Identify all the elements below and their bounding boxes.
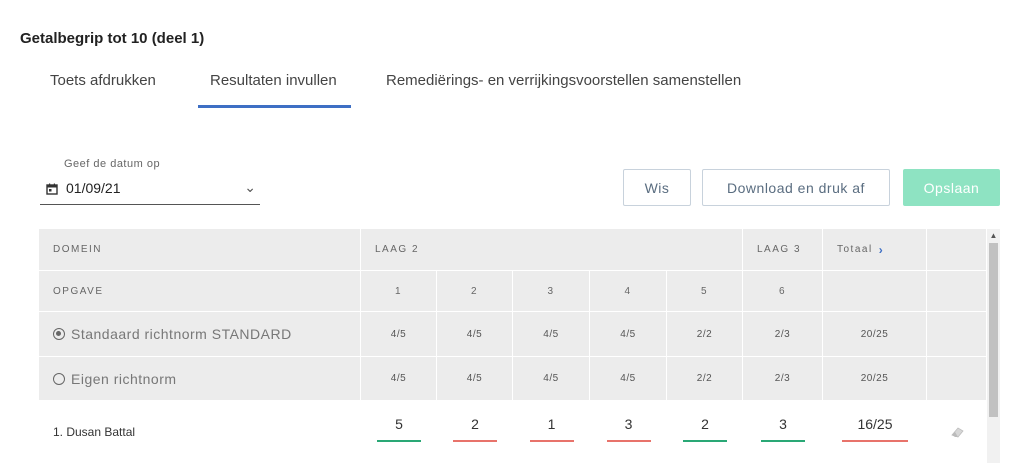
task-number: 6 <box>743 271 823 311</box>
scroll-thumb[interactable] <box>989 243 998 417</box>
norm-row-standard: Standaard richtnorm STANDARD 4/5 4/5 4/5… <box>39 312 987 357</box>
domain-row: DOMEIN LAAG 2 LAAG 3 Totaal › <box>39 229 987 271</box>
tab-print-test[interactable]: Toets afdrukken <box>50 72 156 89</box>
score-status-bar <box>842 440 908 442</box>
task-number: 4 <box>590 271 667 311</box>
score-input[interactable]: 3 <box>590 401 667 463</box>
norm-row-custom: Eigen richtnorm 4/5 4/5 4/5 4/5 2/2 2/3 … <box>39 357 987 401</box>
score-input[interactable]: 5 <box>361 401 437 463</box>
norm-value: 4/5 <box>361 312 437 356</box>
chevron-down-icon: ⌄ <box>244 179 256 195</box>
save-button[interactable]: Opslaan <box>903 169 1000 206</box>
score-value: 3 <box>624 416 633 432</box>
norm-value: 4/5 <box>590 312 667 356</box>
score-status-bar <box>606 440 651 442</box>
empty-cell <box>823 271 927 311</box>
score-value: 1 <box>547 416 556 432</box>
score-status-bar <box>453 440 497 442</box>
norm-label: Standaard richtnorm STANDARD <box>71 326 292 342</box>
norm-value: 4/5 <box>361 357 437 400</box>
results-table: DOMEIN LAAG 2 LAAG 3 Totaal › OPGAVE 1 2 … <box>39 229 987 463</box>
norm-label: Eigen richtnorm <box>71 370 177 387</box>
date-picker[interactable]: 01/09/21 ⌄ <box>40 175 260 205</box>
task-number: 3 <box>513 271 590 311</box>
eraser-cell <box>927 401 987 463</box>
empty-cell <box>927 229 987 270</box>
norm-value: 2/3 <box>743 357 823 400</box>
norm-value: 2/3 <box>743 312 823 356</box>
score-status-bar <box>377 440 421 442</box>
radio-unselected-icon[interactable] <box>53 372 65 385</box>
task-number: 2 <box>437 271 513 311</box>
norm-value: 2/2 <box>667 357 743 400</box>
score-value: 3 <box>779 416 787 432</box>
empty-cell <box>927 312 987 356</box>
student-row: 1. Dusan Battal 5 2 1 3 2 3 16/25 <box>39 401 987 463</box>
download-button[interactable]: Download en druk af <box>702 169 890 206</box>
eraser-icon[interactable] <box>949 426 965 438</box>
date-value: 01/09/21 <box>66 180 121 196</box>
score-input[interactable]: 1 <box>513 401 590 463</box>
task-number: 1 <box>361 271 437 311</box>
score-input[interactable]: 3 <box>743 401 823 463</box>
norm-value: 4/5 <box>590 357 667 400</box>
norm-option-standard[interactable]: Standaard richtnorm STANDARD <box>39 312 361 356</box>
chevron-right-icon: › <box>878 242 885 257</box>
task-row: OPGAVE 1 2 3 4 5 6 <box>39 271 987 312</box>
radio-selected-icon[interactable] <box>53 328 65 340</box>
active-tab-indicator <box>198 105 351 108</box>
calendar-icon <box>46 183 58 195</box>
norm-total: 20/25 <box>823 357 927 400</box>
norm-value: 4/5 <box>513 312 590 356</box>
tab-enter-results[interactable]: Resultaten invullen <box>210 72 337 89</box>
score-value: 2 <box>471 416 479 432</box>
clear-button[interactable]: Wis <box>623 169 691 206</box>
norm-option-custom[interactable]: Eigen richtnorm <box>39 357 361 400</box>
score-total: 16/25 <box>823 401 927 463</box>
total-label: Totaal <box>837 244 873 255</box>
tab-remediation[interactable]: Remediërings- en verrijkingsvoorstellen … <box>386 72 741 89</box>
total-header[interactable]: Totaal › <box>823 229 927 270</box>
empty-cell <box>927 271 987 311</box>
score-status-bar <box>683 440 727 442</box>
score-value: 2 <box>701 416 709 432</box>
layer3-header: LAAG 3 <box>743 229 823 270</box>
student-name-cell: 1. Dusan Battal <box>39 401 361 463</box>
score-status-bar <box>529 440 574 442</box>
date-label: Geef de datum op <box>64 158 161 170</box>
norm-value: 4/5 <box>437 312 513 356</box>
norm-value: 4/5 <box>437 357 513 400</box>
norm-value: 2/2 <box>667 312 743 356</box>
scroll-up-arrow-icon[interactable]: ▲ <box>987 229 1000 243</box>
task-header: OPGAVE <box>39 271 361 311</box>
task-number: 5 <box>667 271 743 311</box>
score-total-value: 16/25 <box>857 416 893 432</box>
score-input[interactable]: 2 <box>667 401 743 463</box>
score-status-bar <box>761 440 805 442</box>
domain-header: DOMEIN <box>39 229 361 270</box>
page-title: Getalbegrip tot 10 (deel 1) <box>20 30 205 47</box>
score-value: 5 <box>395 416 403 432</box>
score-input[interactable]: 2 <box>437 401 513 463</box>
empty-cell <box>927 357 987 400</box>
norm-total: 20/25 <box>823 312 927 356</box>
scrollbar[interactable]: ▲ <box>987 229 1000 463</box>
layer2-header: LAAG 2 <box>361 229 743 270</box>
student-name: 1. Dusan Battal <box>53 425 136 439</box>
norm-value: 4/5 <box>513 357 590 400</box>
